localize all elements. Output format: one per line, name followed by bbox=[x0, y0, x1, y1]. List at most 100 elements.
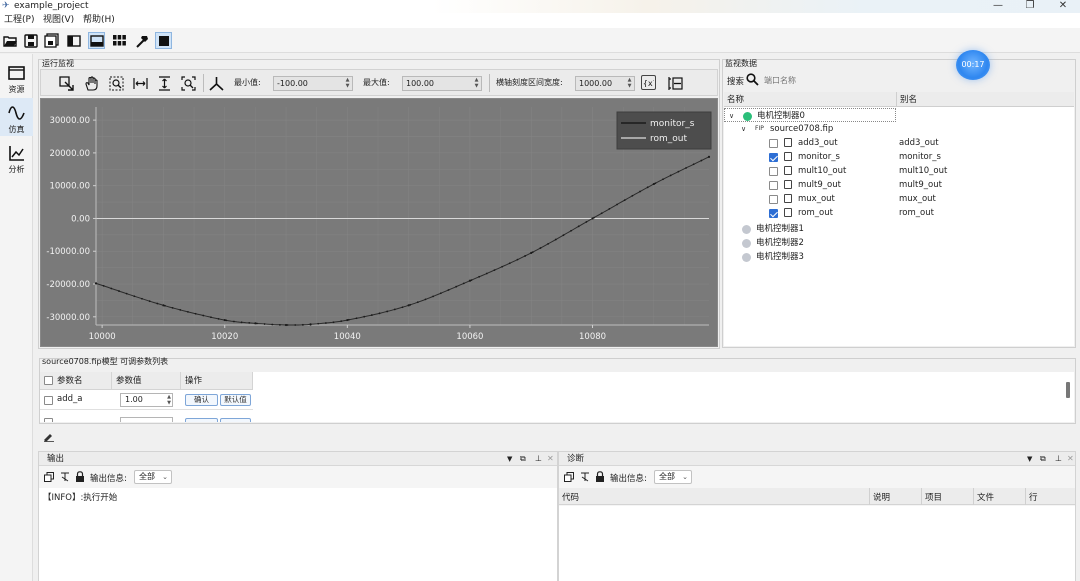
legend-toggle-icon[interactable] bbox=[667, 75, 683, 91]
nav-resources[interactable]: 资源 bbox=[0, 58, 33, 96]
controller0-label: 电机控制器0 bbox=[757, 111, 805, 121]
default-value-button[interactable] bbox=[220, 418, 251, 422]
axis-width-spinbox[interactable]: 1000.00 ▲ ▼ bbox=[575, 76, 635, 91]
signal-checkbox[interactable] bbox=[769, 167, 778, 176]
auto-scale-icon[interactable] bbox=[58, 75, 74, 91]
default-value-button[interactable]: 默认值 bbox=[220, 394, 251, 406]
signal-name: mux_out bbox=[798, 194, 835, 204]
axis-icon[interactable] bbox=[208, 75, 224, 91]
col-alias-header[interactable]: 别名 bbox=[900, 93, 917, 105]
clear-icon[interactable] bbox=[60, 472, 70, 485]
tree-node-controller2[interactable]: 电机控制器2 bbox=[724, 236, 1074, 250]
stop-icon[interactable] bbox=[155, 32, 172, 49]
spin-arrows-icon[interactable]: ▲ ▼ bbox=[344, 77, 351, 90]
param-value-spinbox[interactable]: 1.00 ▲ ▼ bbox=[120, 393, 173, 407]
y-tick-label: 0.00 bbox=[71, 214, 90, 224]
params-scrollbar-handle[interactable] bbox=[1066, 382, 1070, 398]
confirm-button[interactable]: 确认 bbox=[185, 394, 218, 406]
series-rom-out-point bbox=[210, 316, 212, 319]
tree-node-file[interactable]: ∨ FIP source0708.fip bbox=[724, 122, 1074, 136]
param-value-spinbox[interactable] bbox=[120, 417, 173, 422]
pan-hand-icon[interactable] bbox=[83, 75, 99, 91]
hammer-build-icon[interactable] bbox=[133, 32, 150, 49]
maximize-button[interactable]: ❐ bbox=[1021, 0, 1039, 12]
pin-icon[interactable]: ⊥ bbox=[535, 452, 542, 466]
diag-col-project[interactable]: 项目 bbox=[925, 491, 942, 503]
float-window-icon[interactable]: ⧉ bbox=[1040, 452, 1046, 466]
series-rom-out-datapoint bbox=[94, 282, 98, 285]
grid-layout-icon[interactable] bbox=[111, 32, 128, 49]
spin-arrows-icon[interactable]: ▲ ▼ bbox=[626, 77, 633, 90]
open-folder-icon[interactable] bbox=[2, 32, 19, 49]
signal-checkbox[interactable] bbox=[769, 181, 778, 190]
menu-help[interactable]: 帮助(H) bbox=[83, 13, 115, 28]
menu-project[interactable]: 工程(P) bbox=[4, 13, 34, 28]
zoom-vertical-icon[interactable] bbox=[156, 75, 172, 91]
signal-row-rom-out[interactable]: rom_out rom_out bbox=[724, 206, 1074, 220]
copy-icon[interactable] bbox=[44, 472, 54, 485]
code-brackets-icon[interactable]: {x} bbox=[641, 75, 656, 90]
save-all-icon[interactable] bbox=[43, 32, 60, 49]
spin-arrows-icon[interactable]: ▲ ▼ bbox=[167, 394, 171, 406]
zoom-box-icon[interactable] bbox=[108, 75, 124, 91]
tree-node-controller3[interactable]: 电机控制器3 bbox=[724, 250, 1074, 264]
pen-edit-icon[interactable] bbox=[43, 432, 55, 445]
diag-col-desc[interactable]: 说明 bbox=[873, 491, 890, 503]
max-value-spinbox[interactable]: 100.00 ▲ ▼ bbox=[402, 76, 482, 91]
save-icon[interactable] bbox=[22, 32, 39, 49]
signal-checkbox[interactable] bbox=[769, 195, 778, 204]
signal-row-monitor-s[interactable]: monitor_s monitor_s bbox=[724, 150, 1074, 164]
min-value-spinbox[interactable]: -100.00 ▲ ▼ bbox=[273, 76, 353, 91]
signal-name: add3_out bbox=[798, 138, 838, 148]
plot-canvas[interactable]: 30000.00 20000.00 10000.00 0.00 -10000.00 -20… bbox=[41, 99, 719, 348]
close-button[interactable]: ✕ bbox=[1054, 0, 1072, 12]
nav-simulation[interactable]: 仿真 bbox=[0, 98, 33, 136]
chevron-down-icon[interactable]: ∨ bbox=[741, 122, 746, 136]
lock-icon[interactable] bbox=[595, 471, 605, 485]
menu-view[interactable]: 视图(V) bbox=[43, 13, 74, 28]
param-row-checkbox[interactable] bbox=[44, 396, 53, 405]
diag-filter-select[interactable]: 全部 ⌄ bbox=[654, 470, 692, 484]
signal-checkbox[interactable] bbox=[769, 139, 778, 148]
param-row-checkbox[interactable] bbox=[44, 418, 53, 422]
dropdown-arrow-icon[interactable]: ▼ bbox=[507, 452, 512, 466]
col-name-header[interactable]: 名称 bbox=[727, 93, 744, 105]
signal-checkbox[interactable] bbox=[769, 153, 778, 162]
timer-badge[interactable]: 00:17 bbox=[956, 50, 990, 80]
tree-node-controller1[interactable]: 电机控制器1 bbox=[724, 222, 1074, 236]
lock-icon[interactable] bbox=[75, 471, 85, 485]
pin-icon[interactable]: ⊥ bbox=[1055, 452, 1062, 466]
monitor-plot[interactable]: 30000.00 20000.00 10000.00 0.00 -10000.00 -20… bbox=[40, 98, 718, 347]
confirm-button[interactable] bbox=[185, 418, 218, 422]
output-log-area[interactable]: 【INFO】:执行开始 bbox=[39, 488, 557, 581]
nav-analysis[interactable]: 分析 bbox=[0, 138, 33, 176]
signal-checkbox[interactable] bbox=[769, 209, 778, 218]
spin-arrows-icon[interactable]: ▲ ▼ bbox=[473, 77, 480, 90]
diag-col-file[interactable]: 文件 bbox=[977, 491, 994, 503]
signal-row-mult10-out[interactable]: mult10_out mult10_out bbox=[724, 164, 1074, 178]
diag-col-code[interactable]: 代码 bbox=[562, 491, 579, 503]
file-label: source0708.fip bbox=[770, 124, 834, 134]
layout-left-panel-icon[interactable] bbox=[65, 32, 82, 49]
signal-alias: mult10_out bbox=[899, 166, 948, 176]
float-window-icon[interactable]: ⧉ bbox=[520, 452, 526, 466]
signal-row-mult9-out[interactable]: mult9_out mult9_out bbox=[724, 178, 1074, 192]
minimize-button[interactable]: — bbox=[989, 0, 1007, 12]
clear-icon[interactable] bbox=[580, 472, 590, 485]
close-icon[interactable]: ✕ bbox=[547, 452, 554, 466]
series-rom-out-point bbox=[156, 302, 159, 305]
signal-row-mux-out[interactable]: mux_out mux_out bbox=[724, 192, 1074, 206]
port-search-input[interactable] bbox=[764, 74, 1064, 87]
copy-icon[interactable] bbox=[564, 472, 574, 485]
dropdown-arrow-icon[interactable]: ▼ bbox=[1027, 452, 1032, 466]
zoom-horizontal-icon[interactable] bbox=[132, 75, 148, 91]
signal-row-add3-out[interactable]: add3_out add3_out bbox=[724, 136, 1074, 150]
close-icon[interactable]: ✕ bbox=[1067, 452, 1074, 466]
zoom-fit-icon[interactable] bbox=[180, 75, 196, 91]
layout-bottom-panel-icon[interactable] bbox=[88, 32, 105, 49]
output-filter-select[interactable]: 全部 ⌄ bbox=[134, 470, 172, 484]
diag-col-line[interactable]: 行 bbox=[1029, 491, 1038, 503]
select-all-checkbox[interactable] bbox=[44, 376, 53, 385]
chevron-down-icon[interactable]: ∨ bbox=[729, 109, 734, 123]
tree-node-controller0[interactable]: ∨ 电机控制器0 bbox=[724, 108, 896, 122]
